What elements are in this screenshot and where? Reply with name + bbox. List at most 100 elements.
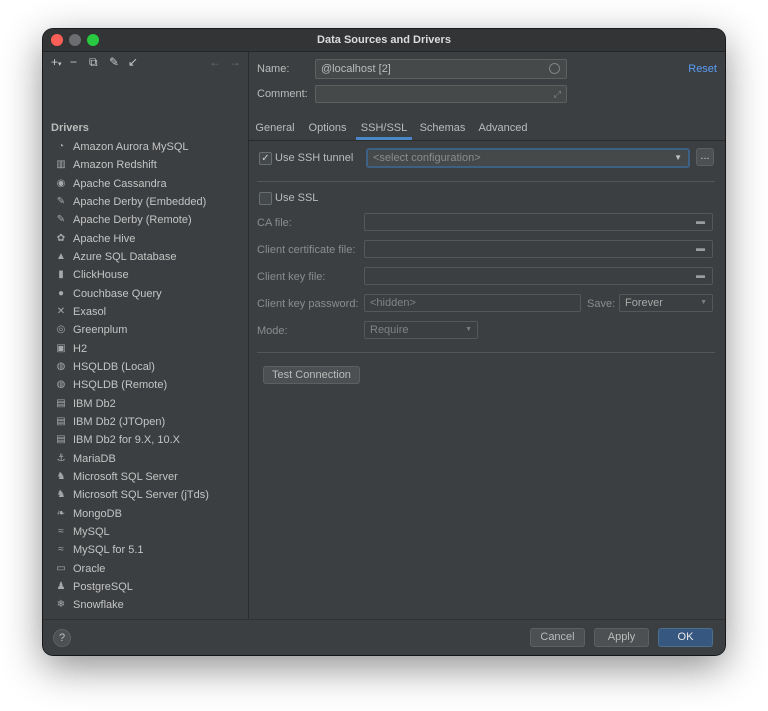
help-icon[interactable]: ? [53,629,71,647]
mssql-icon: ♞ [56,470,66,482]
driver-item[interactable]: ▣ H2 [43,340,248,358]
cancel-button[interactable]: Cancel [530,628,585,647]
driver-label: MongoDB [73,507,122,520]
driver-item[interactable]: ♟ PostgreSQL [43,578,248,596]
wrench-icon[interactable]: ✎ [109,55,119,69]
ssh-config-select[interactable]: <select configuration> ▼ [366,148,690,168]
minus-icon[interactable]: − [70,55,77,69]
driver-item[interactable]: ✕ Exasol [43,303,248,321]
ssh-config-more-button[interactable]: ... [696,148,714,166]
driver-label: Apache Derby (Remote) [73,214,192,227]
use-ssh-checkbox[interactable]: ✓ [259,152,272,165]
driver-item[interactable]: ◎ Greenplum [43,321,248,339]
tab-general[interactable]: General [253,120,297,140]
folder-icon[interactable]: ▬ [696,270,707,280]
driver-item[interactable]: ≈ MySQL [43,523,248,541]
driver-item[interactable]: ◍ HSQLDB (Local) [43,358,248,376]
driver-item[interactable]: ≈ MySQL for 5.1 [43,541,248,559]
driver-label: Apache Cassandra [73,177,167,190]
derby-icon: ✎ [56,195,66,207]
couchbase-icon: ● [57,287,65,299]
driver-item[interactable]: ▲ Azure SQL Database [43,248,248,266]
driver-item[interactable]: ● Couchbase Query [43,285,248,303]
color-circle-icon[interactable] [549,63,560,74]
folder-icon[interactable]: ▬ [696,216,707,226]
hsqldb-icon: ◍ [56,360,66,372]
aurora-icon: ◔ [57,141,65,152]
redshift-icon: ▥ [56,159,66,171]
driver-item[interactable]: ◔ Amazon Aurora MySQL [43,138,248,156]
window-title: Data Sources and Drivers [317,34,451,46]
add-icon[interactable]: +▾ [51,55,62,72]
duplicate-icon[interactable]: ⧉ [89,55,98,69]
driver-label: IBM Db2 [73,397,116,410]
driver-item[interactable]: ◉ Apache Cassandra [43,175,248,193]
postgresql-icon: ♟ [56,580,66,592]
driver-item[interactable]: ⚓ MariaDB [43,450,248,468]
driver-label: ClickHouse [73,269,129,282]
driver-label: Couchbase Query [73,287,162,300]
driver-item[interactable]: ♞ Microsoft SQL Server (jTds) [43,486,248,504]
import-icon[interactable]: ↙ [128,55,138,69]
driver-item[interactable]: ✿ Apache Hive [43,230,248,248]
ssh-separator [257,181,715,182]
close-window-button[interactable] [51,34,63,46]
mode-select[interactable]: Require ▼ [364,321,478,339]
driver-item[interactable]: ▭ Oracle [43,560,248,578]
driver-item[interactable]: ✎ Apache Derby (Remote) [43,211,248,229]
client-key-password-field[interactable]: <hidden> [364,294,581,312]
client-cert-label: Client certificate file: [257,244,356,256]
arrow-right-icon[interactable]: → [229,55,241,69]
chevron-down-icon: ▼ [700,299,707,306]
driver-label: Apache Hive [73,232,136,245]
driver-item[interactable]: ❄ Snowflake [43,596,248,614]
maximize-window-button[interactable] [87,34,99,46]
ok-button[interactable]: OK [658,628,713,647]
sidebar-toolbar: +▾ − ⧉ ✎ ↙ ← → [43,52,248,74]
reset-link[interactable]: Reset [688,63,717,75]
hive-icon: ✿ [56,232,66,244]
client-cert-field[interactable]: ▬ [364,240,713,258]
driver-label: MySQL [73,525,110,538]
ibm-icon: ▤ [56,415,66,427]
name-field[interactable]: @localhost [2] [315,59,567,79]
driver-item[interactable]: ▥ Amazon Redshift [43,156,248,174]
tab-schemas[interactable]: Schemas [418,120,467,140]
name-value: @localhost [2] [321,63,391,75]
driver-item[interactable]: ♞ Microsoft SQL Server [43,468,248,486]
exasol-icon: ✕ [56,305,66,317]
use-ssh-label: Use SSH tunnel [275,152,354,164]
driver-item[interactable]: ▤ IBM Db2 (JTOpen) [43,413,248,431]
save-select[interactable]: Forever ▼ [619,294,713,312]
apply-button[interactable]: Apply [594,628,649,647]
driver-item[interactable]: ▤ IBM Db2 for 9.X, 10.X [43,431,248,449]
drivers-header: Drivers [51,122,89,134]
ca-file-field[interactable]: ▬ [364,213,713,231]
azure-icon: ▲ [56,250,66,262]
tab-ssh-ssl[interactable]: SSH/SSL [356,120,412,140]
driver-label: Greenplum [73,324,128,337]
driver-label: HSQLDB (Local) [73,360,155,373]
data-sources-window: Data Sources and Drivers +▾ − ⧉ ✎ ↙ ← → … [43,29,725,655]
mongodb-icon: ❧ [56,507,66,519]
driver-label: HSQLDB (Remote) [73,379,168,392]
tab-advanced[interactable]: Advanced [476,120,530,140]
minimize-window-button[interactable] [69,34,81,46]
expand-icon[interactable]: ⤢ [554,86,561,102]
ssh-config-placeholder: <select configuration> [373,152,481,164]
test-connection-button[interactable]: Test Connection [263,366,360,384]
driver-item[interactable]: ▤ IBM Db2 [43,395,248,413]
tab-options[interactable]: Options [305,120,350,140]
use-ssl-checkbox[interactable] [259,192,272,205]
driver-item[interactable]: ▮ ClickHouse [43,266,248,284]
driver-label: Amazon Redshift [73,159,157,172]
comment-label: Comment: [257,88,308,100]
comment-field[interactable]: ⤢ [315,85,567,103]
arrow-left-icon[interactable]: ← [209,55,221,69]
folder-icon[interactable]: ▬ [696,243,707,253]
driver-item[interactable]: ◍ HSQLDB (Remote) [43,376,248,394]
client-key-field[interactable]: ▬ [364,267,713,285]
driver-item[interactable]: ❧ MongoDB [43,505,248,523]
driver-item[interactable]: ✎ Apache Derby (Embedded) [43,193,248,211]
greenplum-icon: ◎ [56,324,66,336]
